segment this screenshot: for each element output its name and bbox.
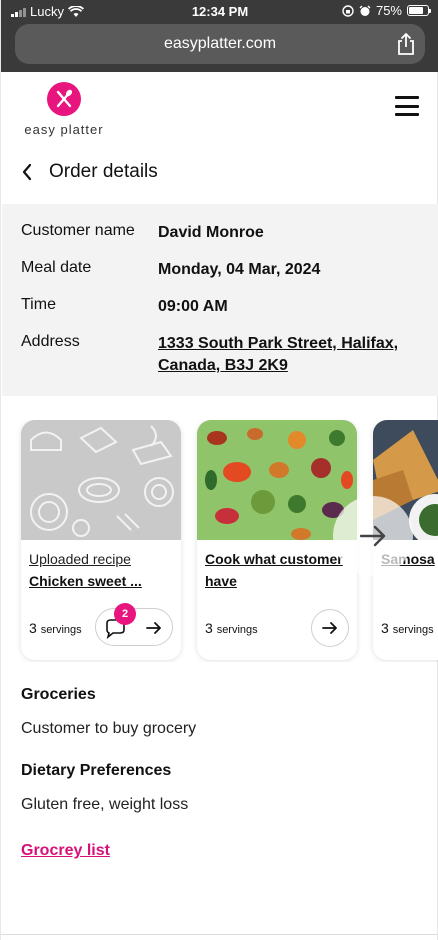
status-bar: Lucky 12:34 PM 75%	[1, 0, 438, 22]
address-link[interactable]: 1333 South Park Street, Halifax, Canada,…	[158, 333, 418, 377]
notification-badge: 2	[114, 603, 136, 625]
address-line-1: 1333 South Park Street, Halifax,	[158, 335, 399, 352]
groceries-text: Customer to buy grocery	[21, 720, 197, 737]
grocery-list-link[interactable]: Grocrey list	[21, 842, 110, 860]
carousel-next-button[interactable]	[333, 496, 413, 576]
chat-and-open-button[interactable]: 2	[95, 603, 173, 646]
phone-frame: Lucky 12:34 PM 75% easyplatter.com easy …	[0, 0, 438, 940]
orientation-lock-icon	[342, 4, 354, 17]
open-recipe-button[interactable]	[311, 609, 349, 647]
back-chevron-icon[interactable]	[21, 163, 33, 181]
address-line-2: Canada, B3J 2K9	[158, 357, 288, 374]
dietary-text: Gluten free, weight loss	[21, 796, 189, 813]
recipe-placeholder-image	[21, 420, 181, 540]
share-icon[interactable]	[395, 32, 417, 56]
page-title: Order details	[49, 161, 158, 182]
arrow-right-icon[interactable]	[146, 621, 162, 635]
dietary-heading: Dietary Preferences	[21, 762, 172, 779]
card-title[interactable]: Chicken sweet ...	[29, 570, 177, 592]
servings-count: 3 servings	[29, 620, 82, 636]
card-title[interactable]: Cook what customer have	[205, 548, 353, 592]
arrow-right-icon	[322, 622, 337, 634]
alarm-icon	[359, 5, 371, 16]
divider	[1, 934, 438, 935]
order-info-panel: Customer name David Monroe Meal date Mon…	[2, 204, 438, 396]
logo-text: easy platter	[24, 122, 104, 137]
site-logo[interactable]: easy platter	[21, 82, 107, 137]
address-label: Address	[21, 333, 80, 350]
url-text: easyplatter.com	[163, 35, 277, 52]
servings-count: 3 servings	[205, 620, 258, 636]
arrow-right-icon	[359, 525, 386, 547]
groceries-heading: Groceries	[21, 686, 96, 703]
customer-value: David Monroe	[158, 224, 264, 241]
card-subtitle[interactable]: Uploaded recipe	[29, 548, 177, 570]
vegetables-image	[197, 420, 357, 540]
recipe-card[interactable]: Uploaded recipe Chicken sweet ... 3 serv…	[21, 420, 181, 660]
battery-percent: 75%	[375, 3, 402, 18]
meal-date-label: Meal date	[21, 259, 92, 276]
address-bar[interactable]: easyplatter.com	[15, 24, 425, 64]
servings-count: 3 servings	[381, 620, 434, 636]
page-header: Order details	[21, 158, 158, 186]
battery-icon	[407, 5, 431, 16]
customer-label: Customer name	[21, 222, 135, 239]
meal-date-value: Monday, 04 Mar, 2024	[158, 261, 321, 278]
time-label: Time	[21, 296, 56, 313]
time-value: 09:00 AM	[158, 298, 228, 315]
browser-toolbar: easyplatter.com	[1, 22, 438, 72]
hamburger-menu-icon[interactable]	[395, 96, 419, 116]
cutlery-logo-icon	[47, 82, 81, 116]
